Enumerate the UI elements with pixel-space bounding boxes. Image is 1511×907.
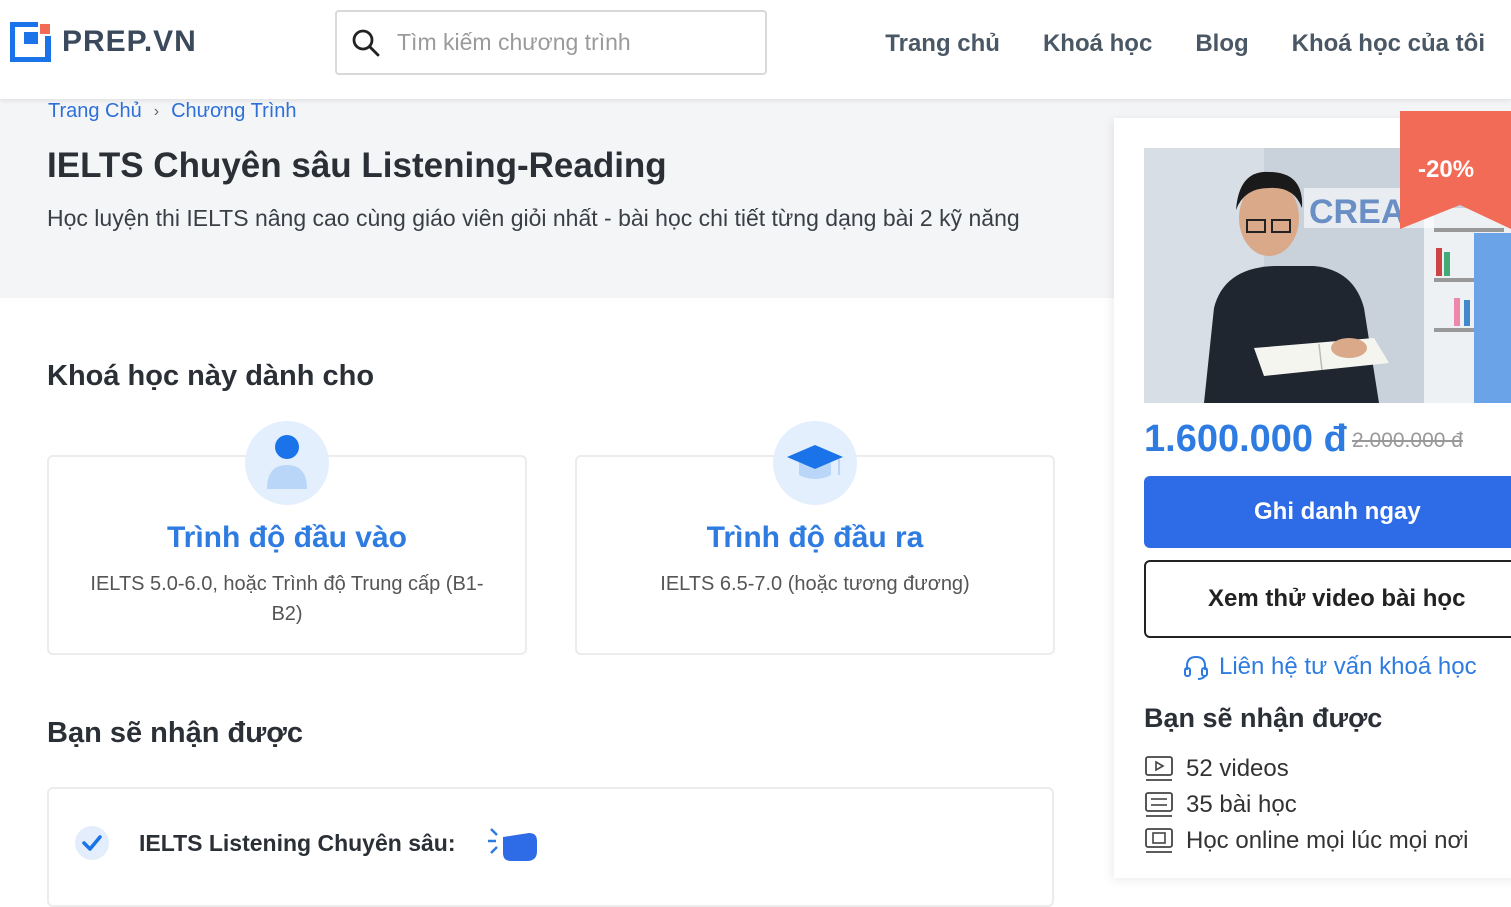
logo-mark-icon	[10, 22, 54, 62]
search-input[interactable]	[397, 29, 737, 56]
include-videos-label: 52 videos	[1186, 755, 1289, 782]
discount-text: -20%	[1418, 156, 1475, 183]
user-icon	[245, 421, 329, 505]
include-lessons-label: 35 bài học	[1186, 791, 1297, 818]
contact-link[interactable]: Liên hệ tư vấn khoá học	[1183, 653, 1477, 681]
breadcrumb: Trang Chủ › Chương Trình	[48, 100, 297, 123]
exit-level-title: Trình độ đầu ra	[706, 521, 924, 554]
page-title: IELTS Chuyên sâu Listening-Reading	[47, 146, 667, 185]
svg-text:CREA: CREA	[1309, 193, 1405, 231]
enroll-button[interactable]: Ghi danh ngay	[1144, 476, 1511, 548]
audience-title: Khoá học này dành cho	[47, 360, 375, 392]
nav-courses[interactable]: Khoá học	[1043, 30, 1152, 58]
includes-title: Bạn sẽ nhận được	[1144, 703, 1383, 733]
nav-blog[interactable]: Blog	[1195, 30, 1248, 58]
breadcrumb-programs[interactable]: Chương Trình	[171, 100, 296, 123]
preview-video-button[interactable]: Xem thử video bài học	[1144, 560, 1511, 638]
include-lessons: 35 bài học	[1144, 791, 1297, 819]
video-icon	[1145, 756, 1173, 781]
check-icon	[75, 826, 109, 860]
graduation-cap-icon	[773, 421, 857, 505]
include-online: Học online mọi lúc mọi nơi	[1144, 827, 1469, 855]
site-header: PREP.VN Trang chủ Khoá học Blog Khoá học…	[0, 0, 1511, 100]
contact-label: Liên hệ tư vấn khoá học	[1219, 653, 1477, 680]
entry-level-card: Trình độ đầu vào IELTS 5.0-6.0, hoặc Trì…	[47, 421, 527, 655]
logo-text: PREP.VN	[62, 25, 197, 58]
main-nav: Trang chủ Khoá học Blog Khoá học của tôi	[885, 30, 1485, 58]
benefit-item[interactable]: IELTS Listening Chuyên sâu:	[47, 787, 1054, 907]
chevron-right-icon: ›	[153, 102, 160, 120]
search-box[interactable]	[335, 10, 767, 75]
exit-level-card: Trình độ đầu ra IELTS 6.5-7.0 (hoặc tươn…	[575, 421, 1055, 655]
exit-level-desc: IELTS 6.5-7.0 (hoặc tương đương)	[660, 573, 970, 595]
online-learning-icon	[1145, 828, 1173, 853]
logo[interactable]: PREP.VN	[10, 22, 197, 62]
nav-my-courses[interactable]: Khoá học của tôi	[1292, 30, 1485, 58]
entry-level-title: Trình độ đầu vào	[166, 521, 407, 554]
entry-level-desc: IELTS 5.0-6.0, hoặc Trình độ Trung cấp (…	[90, 573, 484, 625]
include-videos: 52 videos	[1144, 755, 1289, 783]
benefit-label: IELTS Listening Chuyên sâu:	[139, 830, 456, 856]
nav-home[interactable]: Trang chủ	[885, 30, 1000, 58]
lessons-icon	[1145, 792, 1173, 817]
current-price: 1.600.000 đ	[1144, 418, 1347, 460]
page-subtitle: Học luyện thi IELTS nâng cao cùng giáo v…	[47, 205, 1020, 231]
breadcrumb-home[interactable]: Trang Chủ	[48, 100, 142, 123]
headset-icon	[1184, 655, 1208, 680]
original-price: 2.000.000 đ	[1352, 429, 1463, 452]
benefits-title: Bạn sẽ nhận được	[47, 717, 303, 749]
search-icon	[352, 29, 380, 56]
include-online-label: Học online mọi lúc mọi nơi	[1186, 827, 1469, 854]
pointing-hand-icon	[488, 828, 537, 861]
